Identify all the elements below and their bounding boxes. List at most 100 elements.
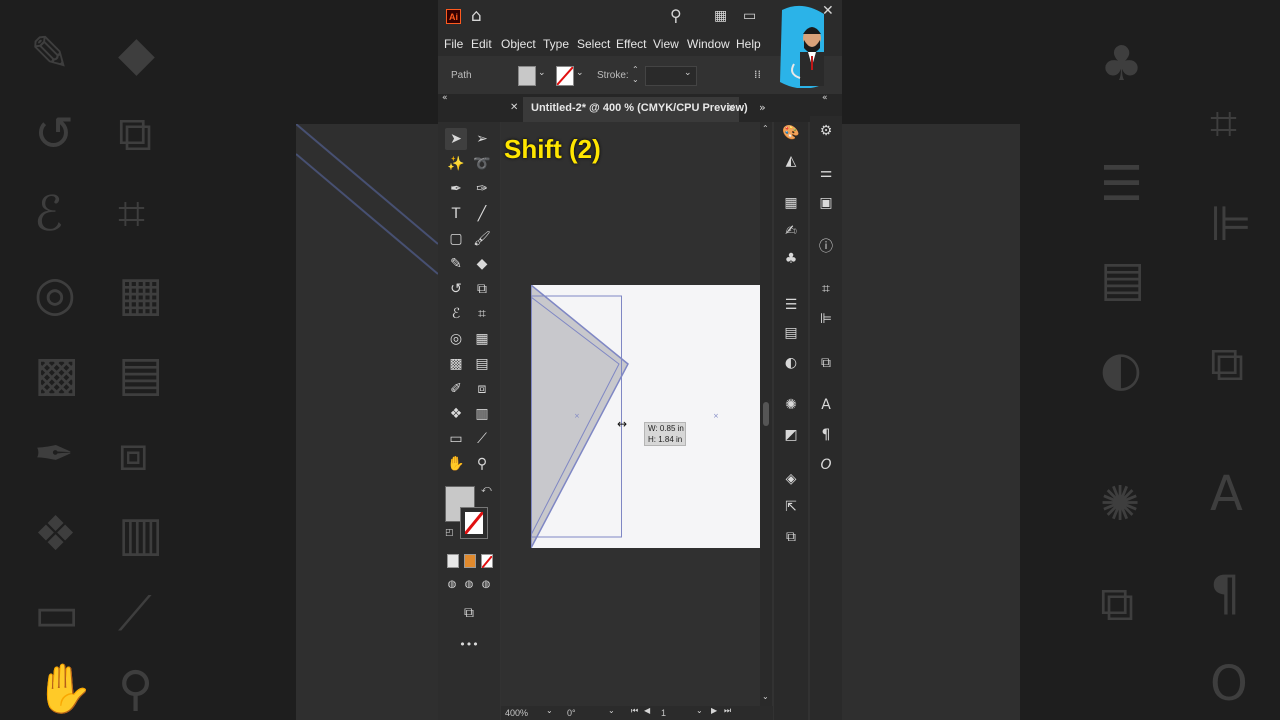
shape-builder-tool-icon[interactable]: ◎ <box>445 328 467 350</box>
zoom-level[interactable]: 400% <box>505 708 528 718</box>
rotate-tool-icon[interactable]: ↺ <box>445 278 467 300</box>
chevron-down-icon[interactable]: ⌄ <box>608 706 615 715</box>
eyedropper-tool-icon[interactable]: ✐ <box>445 378 467 400</box>
line-segment-tool-icon[interactable]: ╱ <box>471 203 493 225</box>
mesh-tool-icon[interactable]: ▩ <box>445 353 467 375</box>
stroke-color-swatch[interactable] <box>460 507 488 539</box>
panel-options-icon[interactable]: ⁞⁞ <box>754 68 761 81</box>
color-mode-icon[interactable] <box>447 554 459 568</box>
default-fill-stroke-icon[interactable]: ◰ <box>445 528 454 538</box>
magic-wand-tool-icon[interactable]: ✨ <box>445 153 467 175</box>
symbols-icon[interactable]: ♣ <box>780 248 802 270</box>
symbol-sprayer-tool-icon[interactable]: ❖ <box>445 403 467 425</box>
chevron-down-icon[interactable]: ⌄ <box>696 706 703 715</box>
gradient-icon[interactable]: ▤ <box>780 322 802 344</box>
chevron-down-icon[interactable]: ⌄ <box>546 706 553 715</box>
direct-selection-tool-icon[interactable]: ➢ <box>471 128 493 150</box>
menu-edit[interactable]: Edit <box>471 37 492 51</box>
close-tab-icon[interactable]: ✕ <box>510 102 518 113</box>
vertical-scrollbar[interactable]: ⌃ ⌄ <box>760 122 772 708</box>
artboard-number[interactable]: 1 <box>661 708 666 718</box>
gradient-tool-icon[interactable]: ▤ <box>471 353 493 375</box>
align-icon[interactable]: ⊫ <box>815 308 837 330</box>
blend-tool-icon[interactable]: ⧈ <box>471 378 493 400</box>
menu-help[interactable]: Help <box>736 37 761 51</box>
info-icon[interactable]: ⓘ <box>815 236 837 258</box>
close-document-icon[interactable]: ✕ <box>727 103 735 114</box>
swatches-icon[interactable]: ▦ <box>780 192 802 214</box>
transform-icon[interactable]: ⌗ <box>815 278 837 300</box>
gradient-mode-icon[interactable] <box>464 554 476 568</box>
layers-icon[interactable]: ◈ <box>780 468 802 490</box>
collapse-panels-icon[interactable]: « <box>822 93 828 103</box>
scroll-down-icon[interactable]: ⌄ <box>762 692 769 701</box>
menu-window[interactable]: Window <box>687 37 730 51</box>
first-artboard-icon[interactable]: ⏮ <box>631 706 638 716</box>
tab-overflow-icon[interactable]: » <box>759 101 766 114</box>
lasso-tool-icon[interactable]: ➰ <box>471 153 493 175</box>
graphic-styles-icon[interactable]: ◩ <box>780 424 802 446</box>
paragraph-icon[interactable]: ¶ <box>815 424 837 446</box>
paintbrush-tool-icon[interactable]: 🖌 <box>471 228 493 250</box>
menu-effect[interactable]: Effect <box>616 37 646 51</box>
selection-tool-icon[interactable]: ➤ <box>445 128 467 150</box>
rotation-value[interactable]: 0° <box>567 708 576 718</box>
slice-tool-icon[interactable]: ⟋ <box>471 428 493 450</box>
pathfinder-icon[interactable]: ⧉ <box>815 352 837 374</box>
fill-stroke-icon[interactable]: ⤺ ◰ <box>445 484 493 542</box>
menu-select[interactable]: Select <box>577 37 610 51</box>
stroke-icon[interactable]: ☰ <box>780 294 802 316</box>
opentype-icon[interactable]: O <box>815 454 837 476</box>
transparency-icon[interactable]: ◐ <box>780 352 802 374</box>
character-icon[interactable]: A <box>815 394 837 416</box>
screen-mode-icon[interactable]: ⧉ <box>458 602 480 624</box>
eraser-tool-icon[interactable]: ◆ <box>471 253 493 275</box>
arrange-documents-icon[interactable]: ▦ <box>714 8 727 24</box>
column-graph-tool-icon[interactable]: ▥ <box>471 403 493 425</box>
edit-toolbar-icon[interactable]: ••• <box>458 634 480 656</box>
swap-fill-stroke-icon[interactable]: ⤺ <box>481 484 492 495</box>
next-artboard-icon[interactable]: ▶ <box>711 706 717 715</box>
asset-export-icon[interactable]: ⇱ <box>780 496 802 518</box>
properties-icon[interactable]: ⚙ <box>815 120 837 142</box>
libraries-icon[interactable]: ⚌ <box>815 162 837 184</box>
stroke-swatch[interactable] <box>556 66 574 86</box>
perspective-grid-tool-icon[interactable]: ▦ <box>471 328 493 350</box>
shaper-tool-icon[interactable]: ✎ <box>445 253 467 275</box>
home-icon[interactable]: ⌂ <box>471 6 482 26</box>
none-mode-icon[interactable] <box>481 554 493 569</box>
free-transform-tool-icon[interactable]: ⌗ <box>471 303 493 325</box>
chevron-down-icon[interactable]: ⌄ <box>684 68 692 78</box>
curvature-tool-icon[interactable]: ✑ <box>471 178 493 200</box>
hand-tool-icon[interactable]: ✋ <box>445 453 467 475</box>
stepper-icon[interactable]: ⌃ ⌄ <box>632 65 639 85</box>
chevron-down-icon[interactable]: ⌄ <box>576 68 584 78</box>
collapse-panels-icon[interactable]: « <box>442 93 448 103</box>
menu-view[interactable]: View <box>653 37 679 51</box>
screen-mode-icon[interactable]: ▭ <box>743 8 756 24</box>
chevron-down-icon[interactable]: ⌄ <box>538 68 546 78</box>
scrollbar-thumb[interactable] <box>763 402 769 426</box>
scale-tool-icon[interactable]: ⧉ <box>471 278 493 300</box>
color-guide-icon[interactable]: ◭ <box>780 150 802 172</box>
pen-tool-icon[interactable]: ✒ <box>445 178 467 200</box>
appearance-icon[interactable]: ✺ <box>780 394 802 416</box>
scroll-up-icon[interactable]: ⌃ <box>762 124 769 133</box>
brushes-icon[interactable]: ✍ <box>780 220 802 242</box>
draw-inside-icon[interactable]: ◍ <box>475 574 497 596</box>
menu-file[interactable]: File <box>444 37 463 51</box>
zoom-tool-icon[interactable]: ⚲ <box>471 453 493 475</box>
menu-type[interactable]: Type <box>543 37 569 51</box>
last-artboard-icon[interactable]: ⏭ <box>724 706 731 716</box>
type-tool-icon[interactable]: T <box>445 203 467 225</box>
rectangle-tool-icon[interactable]: ▢ <box>445 228 467 250</box>
previous-artboard-icon[interactable]: ◀ <box>644 706 650 715</box>
fill-swatch[interactable] <box>518 66 536 86</box>
width-tool-icon[interactable]: ℰ <box>445 303 467 325</box>
attributes-icon[interactable]: ▣ <box>815 192 837 214</box>
search-icon[interactable]: ⚲ <box>670 6 682 25</box>
artboard-tool-icon[interactable]: ▭ <box>445 428 467 450</box>
artboards-icon[interactable]: ⧉ <box>780 526 802 548</box>
color-icon[interactable]: 🎨 <box>780 122 802 144</box>
document-tab[interactable]: Untitled-2* @ 400 % (CMYK/CPU Preview) ✕ <box>523 97 748 122</box>
